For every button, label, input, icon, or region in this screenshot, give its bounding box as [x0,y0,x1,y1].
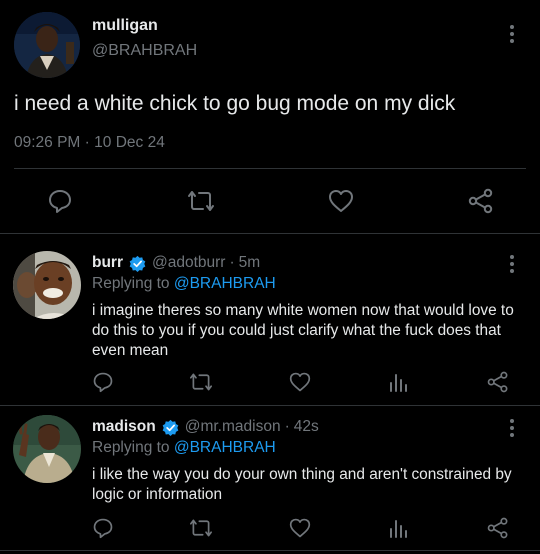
avatar[interactable] [13,415,81,483]
separator: · [229,254,235,271]
replying-to-label: Replying to [92,275,170,292]
reply-text-line: i like the way you do your own thing and… [92,466,512,483]
post-age[interactable]: 5m [239,254,261,272]
reply-text: i imagine theres so many white women now… [92,301,514,361]
analytics-icon[interactable] [388,371,410,393]
reply-icon[interactable] [92,371,114,393]
share-icon[interactable] [467,188,495,214]
replying-to-link[interactable]: @BRAHBRAH [174,439,276,456]
more-options-icon[interactable] [502,22,522,46]
handle[interactable]: @BRAHBRAH [92,42,197,60]
replying-to-link[interactable]: @BRAHBRAH [174,275,276,292]
avatar-image [14,12,80,78]
like-icon[interactable] [288,517,312,539]
analytics-icon[interactable] [388,517,410,539]
post-age[interactable]: 42s [294,418,319,436]
reply-text: i like the way you do your own thing and… [92,465,512,505]
separator: · [284,418,290,435]
display-name[interactable]: burr [92,254,123,272]
verified-badge-icon [129,255,146,272]
tweet-date[interactable]: 10 Dec 24 [94,134,165,151]
replying-to-label: Replying to [92,439,170,456]
like-icon[interactable] [288,371,312,393]
like-icon[interactable] [327,188,355,214]
share-icon[interactable] [486,371,510,393]
avatar[interactable] [14,12,80,78]
display-name[interactable]: mulligan [92,17,158,35]
reply-text-line: do this to you if you could just clarify… [92,322,501,339]
share-icon[interactable] [486,517,510,539]
divider [14,168,526,169]
avatar-image [13,251,81,319]
more-options-icon[interactable] [502,416,522,440]
separator: · [84,134,90,151]
reply-header: burr @adotburr · 5m [92,254,260,272]
reply-text-line: logic or information [92,486,223,503]
timestamp: 09:26 PM · 10 Dec 24 [14,134,165,152]
reply-header: madison @mr.madison · 42s [92,418,319,436]
display-name[interactable]: madison [92,418,156,436]
retweet-icon[interactable] [189,371,213,393]
tweet-time[interactable]: 09:26 PM [14,134,80,151]
verified-badge-icon [162,419,179,436]
reply-icon[interactable] [47,188,73,214]
avatar[interactable] [13,251,81,319]
replying-to: Replying to @BRAHBRAH [92,275,276,293]
reply-icon[interactable] [92,517,114,539]
retweet-icon[interactable] [187,188,215,214]
avatar-image [13,415,81,483]
divider [0,233,540,234]
divider [0,405,540,406]
retweet-icon[interactable] [189,517,213,539]
more-options-icon[interactable] [502,252,522,276]
reply-text-line: i imagine theres so many white women now… [92,302,514,319]
reply-text-line: even mean [92,342,169,359]
tweet-text: i need a white chick to go bug mode on m… [14,92,456,115]
handle[interactable]: @mr.madison [185,418,281,436]
handle[interactable]: @adotburr [152,254,225,272]
divider [0,550,540,551]
replying-to: Replying to @BRAHBRAH [92,439,276,457]
